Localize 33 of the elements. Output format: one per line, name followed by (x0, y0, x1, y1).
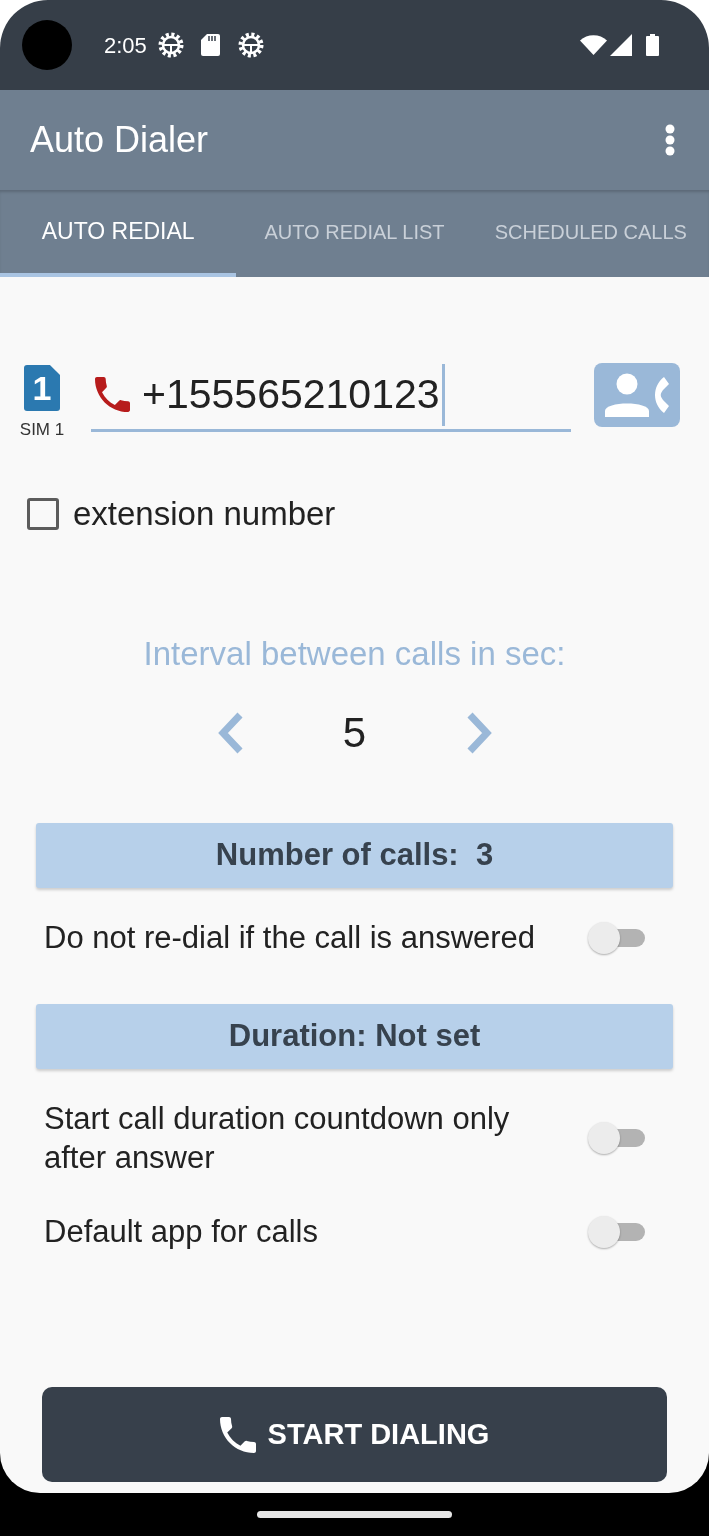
battery-icon (646, 34, 659, 56)
checkbox-label[interactable]: extension number (73, 496, 336, 532)
setting-label: Start call duration countdown only after answer (44, 1100, 511, 1177)
setting-label: Default app for calls (44, 1213, 319, 1251)
status-time: 2:05 (104, 31, 147, 60)
toggle-switch[interactable] (587, 920, 645, 955)
phone-icon (95, 377, 130, 412)
sim-label: SIM 1 (19, 420, 65, 440)
contact-call-button[interactable] (594, 363, 680, 427)
gear-icon (237, 32, 264, 58)
setting-button[interactable]: Duration: Not set (36, 1004, 673, 1069)
more-options-icon[interactable] (665, 124, 675, 156)
start-dialing-button[interactable]: START DIALING (42, 1387, 667, 1482)
setting-label: Do not re-dial if the call is answered (44, 919, 537, 957)
interval-value: 5 (341, 709, 368, 757)
signal-icon (610, 34, 632, 56)
toggle-switch[interactable] (587, 1214, 645, 1249)
setting-button[interactable]: Number of calls: 3 (36, 823, 673, 888)
wifi-icon (580, 35, 607, 55)
sd-card-icon (200, 34, 220, 56)
text-cursor (441, 363, 445, 426)
interval-label: Interval between calls in sec: (142, 634, 567, 674)
person-phone-icon (605, 373, 669, 417)
home-indicator[interactable] (257, 1511, 452, 1518)
camera-cutout (22, 20, 72, 70)
checkbox[interactable] (27, 498, 59, 530)
app-title: Auto Dialer (30, 118, 209, 162)
phone-number-field[interactable]: +155565210123 (91, 360, 571, 432)
sim-card-number[interactable]: 1 (24, 365, 60, 411)
chevron-left-icon[interactable] (216, 711, 245, 755)
toggle-switch[interactable] (587, 1121, 645, 1155)
gear-icon (157, 32, 184, 58)
phone-icon (219, 1416, 256, 1453)
